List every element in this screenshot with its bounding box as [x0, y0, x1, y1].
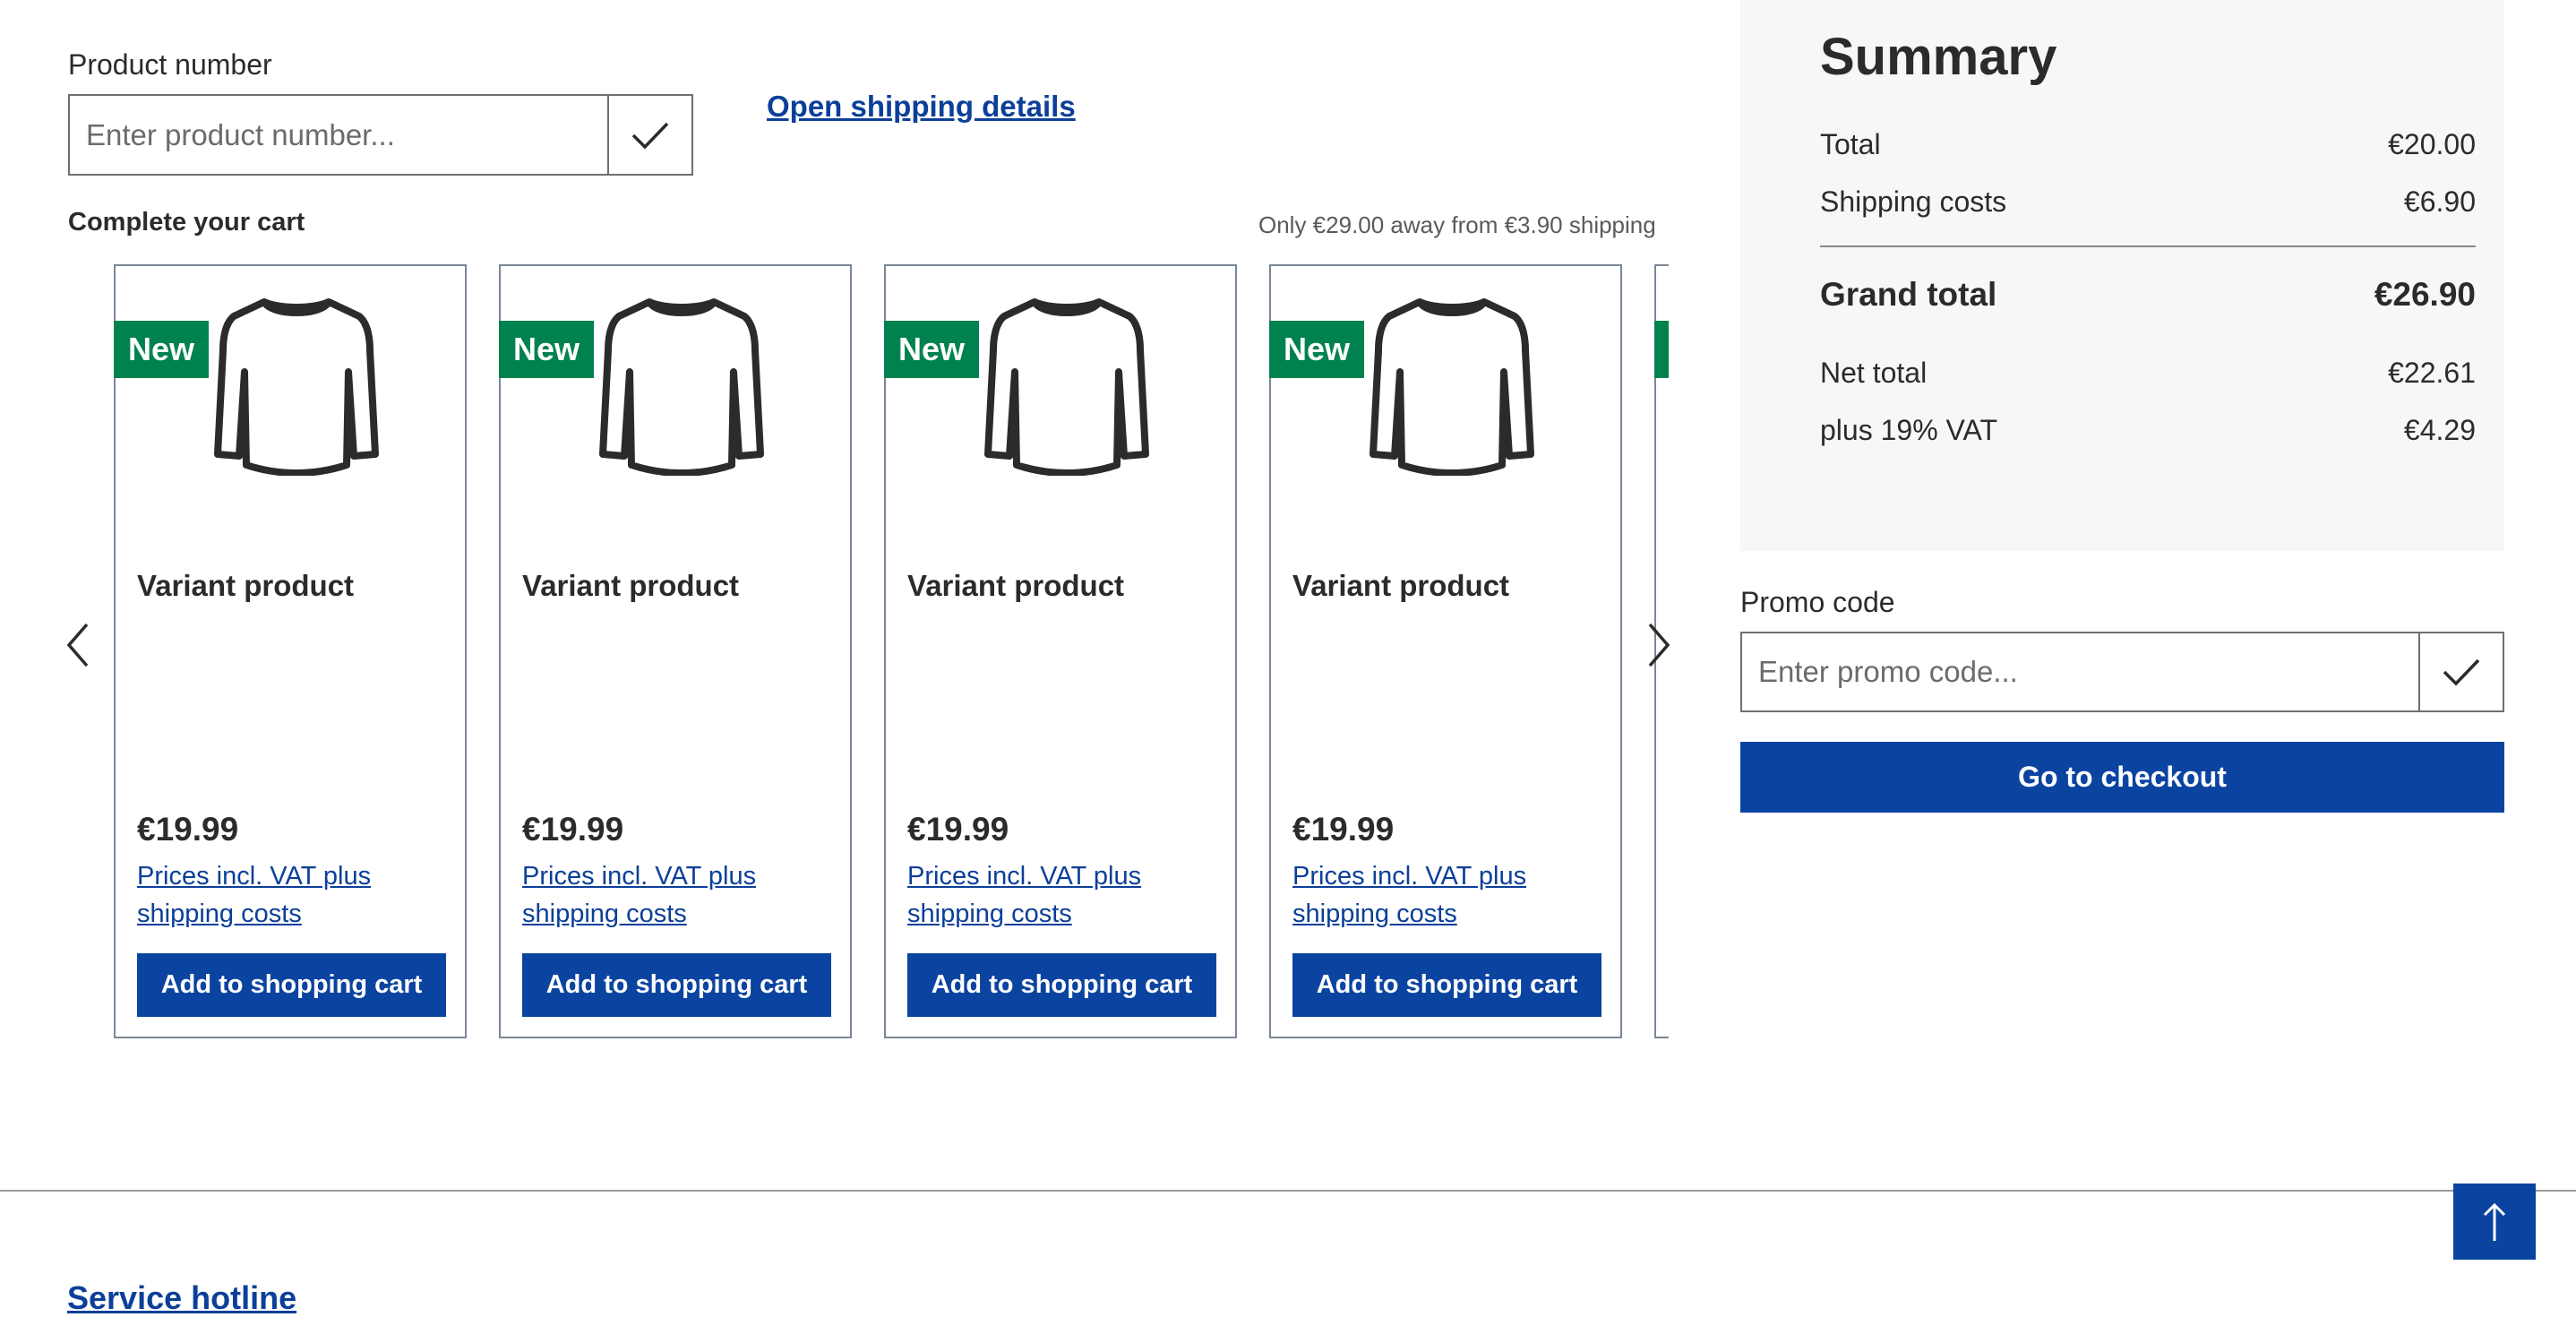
checkmark-icon — [2443, 658, 2480, 686]
product-card[interactable]: New Variant product €19.99 Prices incl. … — [499, 264, 852, 1038]
product-number-label: Product number — [68, 48, 272, 81]
summary-title: Summary — [1820, 28, 2057, 86]
total-value: €20.00 — [2388, 128, 2476, 160]
product-name[interactable]: Variant product — [137, 569, 354, 603]
summary-grand-total-row: Grand total €26.90 — [1820, 276, 2476, 314]
go-to-checkout-button[interactable]: Go to checkout — [1740, 742, 2504, 813]
summary-total-row: Total €20.00 — [1820, 128, 2476, 161]
service-hotline-heading[interactable]: Service hotline — [67, 1279, 296, 1317]
product-name[interactable]: Variant product — [1292, 569, 1509, 603]
product-number-field — [68, 94, 693, 176]
new-badge: New — [114, 321, 210, 378]
add-to-cart-button[interactable]: Add to shopping cart — [1292, 953, 1601, 1017]
shirt-icon — [214, 298, 379, 476]
add-to-cart-button[interactable]: Add to shopping cart — [907, 953, 1216, 1017]
vat-shipping-link[interactable]: Prices incl. VAT plus shipping costs — [137, 857, 406, 933]
product-name[interactable]: Variant product — [522, 569, 739, 603]
checkmark-icon — [631, 122, 669, 149]
complete-cart-title: Complete your cart — [68, 208, 305, 237]
vat-shipping-link[interactable]: Prices incl. VAT plus shipping costs — [1292, 857, 1561, 933]
promo-code-input[interactable] — [1742, 633, 2418, 710]
new-badge: New — [884, 321, 980, 378]
product-price: €19.99 — [1292, 811, 1395, 848]
product-carousel: New Variant product €19.99 Prices incl. … — [114, 264, 1669, 1038]
arrow-up-icon — [2483, 1202, 2506, 1241]
product-name[interactable]: Variant product — [907, 569, 1124, 603]
net-total-value: €22.61 — [2388, 357, 2476, 389]
product-card[interactable]: New Variant product €19.99 Prices incl. … — [114, 264, 467, 1038]
carousel-prev-button[interactable] — [60, 618, 96, 672]
total-label: Total — [1820, 128, 1881, 160]
shipping-threshold-note: Only €29.00 away from €3.90 shipping — [1258, 211, 1656, 238]
vat-label: plus 19% VAT — [1820, 414, 1998, 446]
footer-divider — [0, 1190, 2576, 1192]
summary-shipping-row: Shipping costs €6.90 — [1820, 185, 2476, 219]
shirt-icon — [1370, 298, 1534, 476]
product-price: €19.99 — [137, 811, 239, 848]
open-shipping-details-link[interactable]: Open shipping details — [767, 90, 1076, 124]
product-price: €19.99 — [907, 811, 1009, 848]
shirt-icon — [984, 298, 1149, 476]
shipping-costs-value: €6.90 — [2403, 185, 2476, 218]
product-card[interactable]: New Variant product €19.99 Prices incl. … — [1269, 264, 1622, 1038]
vat-value: €4.29 — [2403, 414, 2476, 446]
vat-shipping-link[interactable]: Prices incl. VAT plus shipping costs — [907, 857, 1176, 933]
product-number-submit-button[interactable] — [607, 96, 691, 174]
summary-vat-row: plus 19% VAT €4.29 — [1820, 414, 2476, 447]
scroll-to-top-button[interactable] — [2453, 1184, 2536, 1260]
new-badge-partial — [1654, 321, 1669, 378]
chevron-right-icon — [1648, 623, 1670, 667]
product-card[interactable]: New Variant product €19.99 Prices incl. … — [884, 264, 1237, 1038]
summary-net-total-row: Net total €22.61 — [1820, 357, 2476, 390]
grand-total-label: Grand total — [1820, 276, 1997, 313]
product-price: €19.99 — [522, 811, 624, 848]
promo-code-submit-button[interactable] — [2418, 633, 2503, 710]
add-to-cart-button[interactable]: Add to shopping cart — [137, 953, 446, 1017]
carousel-next-button[interactable] — [1641, 618, 1677, 672]
vat-shipping-link[interactable]: Prices incl. VAT plus shipping costs — [522, 857, 791, 933]
new-badge: New — [499, 321, 595, 378]
new-badge: New — [1269, 321, 1365, 378]
product-number-input[interactable] — [70, 96, 607, 174]
grand-total-value: €26.90 — [2374, 276, 2476, 313]
add-to-cart-button[interactable]: Add to shopping cart — [522, 953, 831, 1017]
net-total-label: Net total — [1820, 357, 1928, 389]
shirt-icon — [599, 298, 764, 476]
shipping-costs-label: Shipping costs — [1820, 185, 2007, 218]
summary-divider — [1820, 245, 2476, 247]
promo-code-label: Promo code — [1740, 586, 1895, 618]
promo-code-field — [1740, 632, 2504, 712]
chevron-left-icon — [66, 623, 89, 667]
